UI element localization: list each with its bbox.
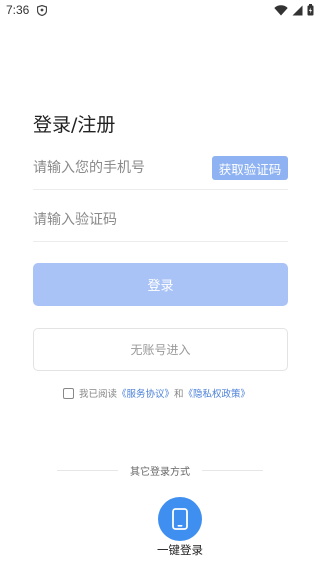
phone-icon [172, 508, 188, 530]
other-login-label: 其它登录方式 [130, 467, 190, 478]
shield-icon [37, 5, 47, 16]
page-title: 登录/注册 [33, 114, 116, 136]
get-code-button[interactable]: 获取验证码 [212, 156, 288, 180]
one-key-login-label: 一键登录 [157, 543, 203, 557]
wifi-icon [274, 4, 288, 15]
phone-field-row: 获取验证码 [33, 153, 288, 190]
agreement-checkbox[interactable] [63, 387, 74, 399]
agreement-and: 和 [174, 389, 184, 400]
status-bar: 7:36 [0, 0, 320, 22]
divider-line-left [57, 470, 118, 471]
other-login-divider: 其它登录方式 [57, 463, 263, 478]
code-input[interactable] [33, 205, 283, 235]
signal-icon [292, 5, 303, 15]
login-button[interactable]: 登录 [33, 263, 288, 306]
agreement-row: 我已阅读 《服务协议》 和 《隐私权政策》 [63, 386, 250, 400]
agreement-prefix: 我已阅读 [79, 389, 118, 400]
status-icons [274, 4, 314, 16]
battery-icon [307, 4, 314, 16]
code-field-row [33, 205, 288, 242]
phone-input[interactable] [33, 153, 203, 183]
divider-line-right [202, 470, 263, 471]
privacy-policy-link[interactable]: 《隐私权政策》 [184, 386, 251, 400]
guest-entry-button[interactable]: 无账号进入 [33, 328, 288, 371]
service-agreement-link[interactable]: 《服务协议》 [117, 386, 174, 400]
one-key-login-button[interactable] [158, 497, 202, 541]
status-time: 7:36 [6, 3, 30, 17]
